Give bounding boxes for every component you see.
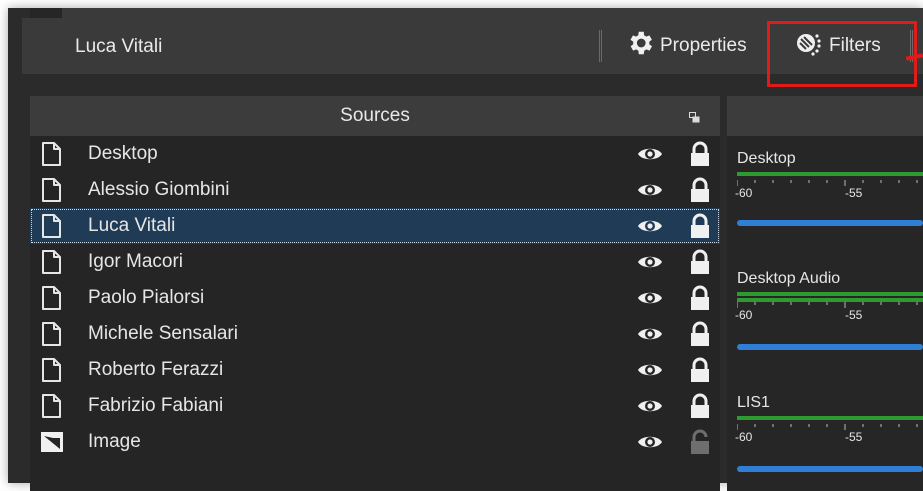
file-icon (40, 285, 64, 311)
eye-icon[interactable] (637, 216, 663, 236)
lock-icon[interactable] (689, 141, 711, 167)
eye-icon[interactable] (637, 144, 663, 164)
source-label: Luca Vitali (88, 215, 176, 236)
lock-icon[interactable] (689, 213, 711, 239)
list-item[interactable]: Fabrizio Fabiani (30, 388, 720, 424)
list-item[interactable]: Desktop (30, 136, 720, 172)
mixer-body: Desktop -60 -55 Desktop Audio -60 -55 LI… (727, 136, 923, 491)
properties-label: Properties (660, 35, 747, 56)
selected-source-name: Luca Vitali (75, 36, 163, 57)
list-item[interactable]: Alessio Giombini (30, 172, 720, 208)
undock-icon[interactable] (689, 110, 700, 123)
level-meter (737, 172, 923, 176)
mixer-channel: Desktop Audio -60 -55 (727, 270, 923, 360)
channel-name: LIS1 (737, 394, 770, 411)
list-item[interactable]: Paolo Pialorsi (30, 280, 720, 316)
source-label: Paolo Pialorsi (88, 287, 205, 308)
filters-highlight-box (767, 21, 917, 87)
list-item[interactable]: Igor Macori (30, 244, 720, 280)
source-label: Fabrizio Fabiani (88, 395, 224, 416)
lock-icon[interactable] (689, 177, 711, 203)
level-meter (737, 292, 923, 296)
file-icon (40, 213, 64, 239)
audio-mixer-dock: Desktop -60 -55 Desktop Audio -60 -55 LI… (727, 96, 923, 491)
file-icon (40, 357, 64, 383)
eye-icon[interactable] (637, 324, 663, 344)
sources-header: Sources (30, 96, 720, 136)
sources-title: Sources (340, 105, 410, 126)
eye-icon[interactable] (637, 288, 663, 308)
list-item[interactable]: Roberto Ferazzi (30, 352, 720, 388)
gear-icon (625, 28, 655, 64)
list-item-selected[interactable]: Luca Vitali (30, 208, 720, 244)
tick-label: -55 (845, 186, 863, 200)
volume-slider[interactable] (737, 344, 923, 350)
screenshot-frame: Luca Vitali Properties Filters Sources D… (0, 0, 923, 491)
channel-name: Desktop (737, 150, 796, 167)
file-icon (40, 177, 64, 203)
lock-icon[interactable] (689, 285, 711, 311)
meter-ticks (737, 302, 918, 308)
unlock-icon[interactable] (689, 429, 711, 455)
lock-icon[interactable] (689, 393, 711, 419)
source-label: Image (88, 431, 141, 452)
tick-label: -55 (845, 430, 863, 444)
file-icon (40, 321, 64, 347)
level-meter (737, 416, 923, 420)
source-label: Michele Sensalari (88, 323, 238, 344)
mixer-channel: Desktop -60 -55 (727, 150, 923, 240)
eye-icon[interactable] (637, 252, 663, 272)
source-label: Alessio Giombini (88, 179, 230, 200)
meter-ticks (737, 424, 918, 430)
eye-icon[interactable] (637, 180, 663, 200)
image-icon (40, 429, 64, 455)
channel-name: Desktop Audio (737, 270, 841, 287)
lock-icon[interactable] (689, 321, 711, 347)
eye-icon[interactable] (637, 396, 663, 416)
source-label: Roberto Ferazzi (88, 359, 224, 380)
lock-icon[interactable] (689, 249, 711, 275)
eye-icon[interactable] (637, 432, 663, 452)
eye-icon[interactable] (637, 360, 663, 380)
tick-label: -60 (735, 430, 753, 444)
list-item[interactable]: Michele Sensalari (30, 316, 720, 352)
sources-dock: Sources Desktop Alessio Giombini Luca Vi… (30, 96, 720, 491)
file-icon (40, 249, 64, 275)
tick-label: -60 (735, 186, 753, 200)
tick-label: -55 (845, 308, 863, 322)
source-label: Desktop (88, 143, 158, 164)
lock-icon[interactable] (689, 357, 711, 383)
source-label: Igor Macori (88, 251, 184, 272)
properties-button[interactable]: Properties (625, 28, 747, 64)
volume-slider[interactable] (737, 220, 923, 226)
meter-ticks (737, 180, 918, 186)
file-icon (40, 393, 64, 419)
volume-slider[interactable] (737, 466, 923, 472)
list-item[interactable]: Image (30, 424, 720, 460)
file-icon (40, 141, 64, 167)
mixer-channel: LIS1 -60 -55 (727, 394, 923, 484)
tick-label: -60 (735, 308, 753, 322)
mixer-header (727, 96, 923, 136)
toolbar-separator (599, 30, 602, 62)
